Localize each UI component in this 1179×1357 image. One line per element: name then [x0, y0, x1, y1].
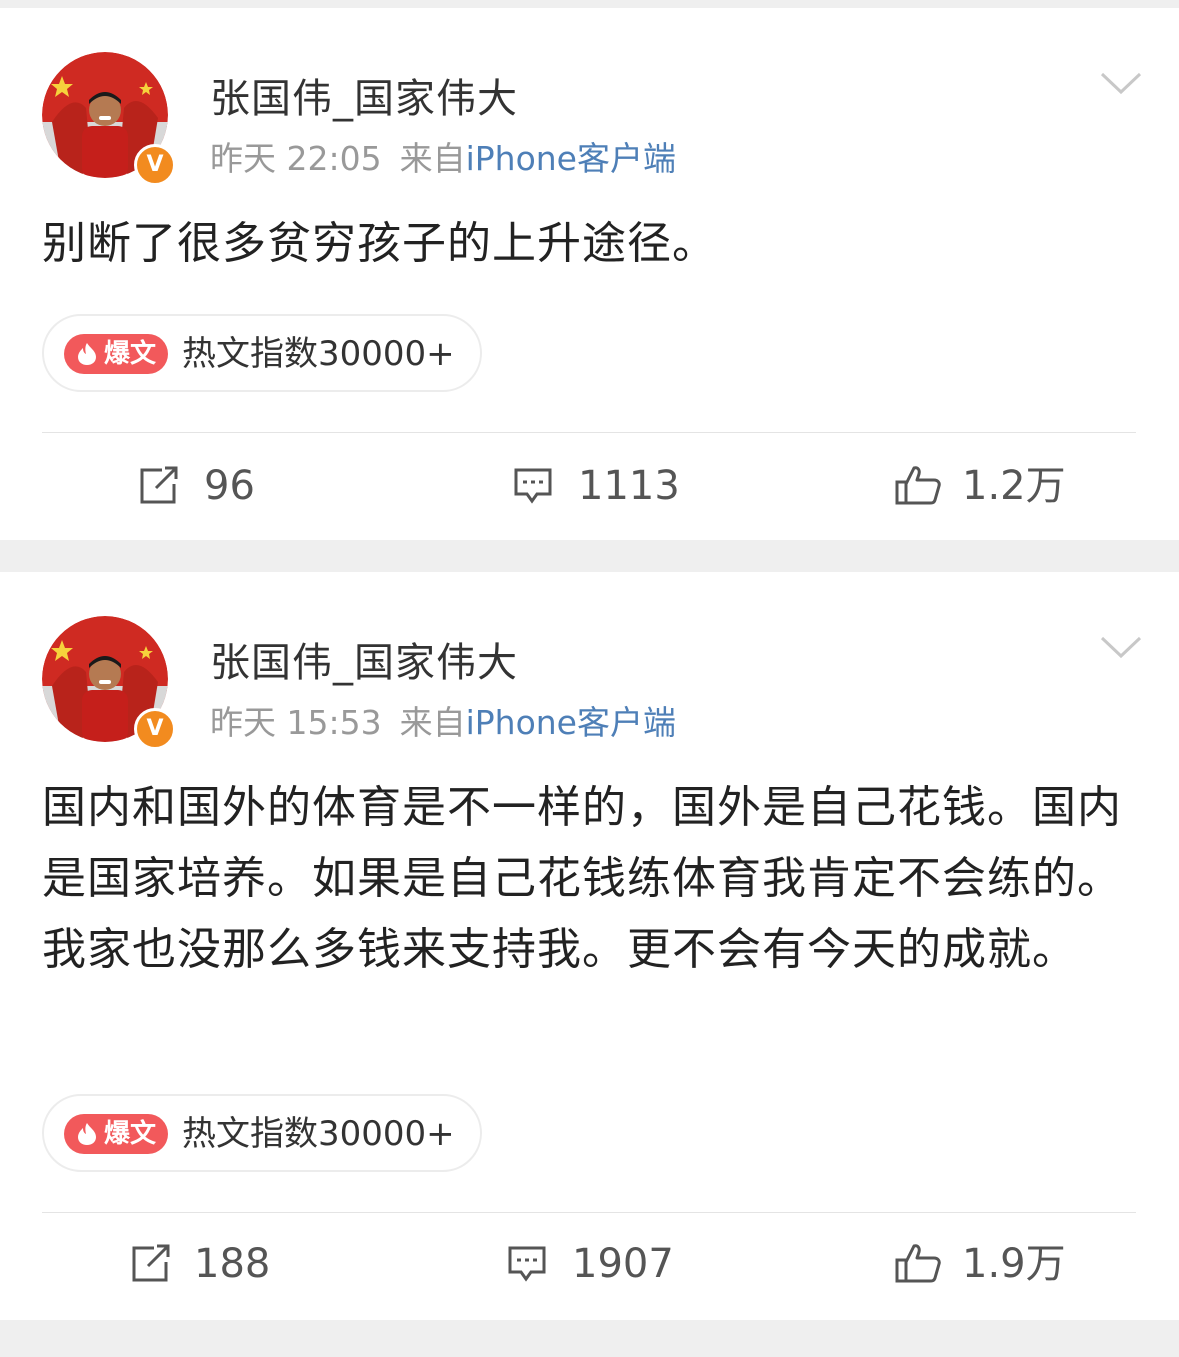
comment-icon [514, 468, 552, 504]
comment-icon [508, 1246, 546, 1282]
action-bar: 188 1907 1.9万 [0, 1224, 1179, 1304]
divider [42, 432, 1136, 433]
like-button[interactable]: 1.2万 [894, 446, 1074, 526]
hot-index-pill[interactable]: 爆文 热文指数30000+ [42, 1094, 482, 1172]
source-link[interactable]: iPhone客户端 [466, 139, 676, 178]
username[interactable]: 张国伟_国家伟大 [210, 66, 518, 124]
hot-badge: 爆文 [64, 334, 168, 374]
post-meta: 昨天 15:53 来自iPhone客户端 [210, 696, 676, 744]
post-card[interactable]: V 张国伟_国家伟大 昨天 22:05 来自iPhone客户端 别断了很多贫穷孩子… [0, 8, 1179, 540]
comment-count: 1907 [572, 1241, 674, 1287]
hot-index-text: 热文指数30000+ [182, 334, 455, 374]
like-count: 1.2万 [962, 463, 1066, 509]
verified-badge-icon: V [134, 144, 176, 186]
avatar[interactable]: V [42, 52, 176, 186]
repost-icon [140, 466, 178, 504]
username[interactable]: 张国伟_国家伟大 [210, 630, 518, 688]
hot-index-text: 热文指数30000+ [182, 1114, 455, 1154]
source-prefix: 来自 [399, 703, 466, 742]
hot-badge-label: 爆文 [104, 339, 157, 369]
weibo-feed: V 张国伟_国家伟大 昨天 22:05 来自iPhone客户端 别断了很多贫穷孩子… [0, 0, 1179, 1357]
repost-button[interactable]: 96 [138, 446, 278, 526]
like-button[interactable]: 1.9万 [894, 1224, 1074, 1304]
repost-count: 96 [204, 463, 255, 509]
thumbs-up-icon [895, 466, 941, 505]
hot-index-pill[interactable]: 爆文 热文指数30000+ [42, 314, 482, 392]
post-time: 昨天 15:53 [210, 703, 382, 742]
like-count: 1.9万 [962, 1241, 1066, 1287]
repost-icon [132, 1244, 170, 1282]
verified-badge-icon: V [134, 708, 176, 750]
repost-count: 188 [194, 1241, 271, 1287]
comment-count: 1113 [578, 463, 680, 509]
avatar[interactable]: V [42, 616, 176, 750]
source-prefix: 来自 [399, 139, 466, 178]
comment-button[interactable]: 1113 [512, 446, 682, 526]
repost-button[interactable]: 188 [130, 1224, 280, 1304]
action-bar: 96 1113 1.2万 [0, 446, 1179, 526]
thumbs-up-icon [895, 1244, 941, 1283]
post-text: 国内和国外的体育是不一样的，国外是自己花钱。国内是国家培养。如果是自己花钱练体育… [42, 782, 1122, 975]
hot-badge-label: 爆文 [104, 1119, 157, 1149]
comment-button[interactable]: 1907 [506, 1224, 686, 1304]
chevron-down-icon[interactable] [1098, 68, 1144, 98]
post-time: 昨天 22:05 [210, 139, 382, 178]
post-meta: 昨天 22:05 来自iPhone客户端 [210, 132, 676, 180]
post-text: 别断了很多贫穷孩子的上升途径。 [42, 218, 717, 269]
source-link[interactable]: iPhone客户端 [466, 703, 676, 742]
post-card[interactable]: V 张国伟_国家伟大 昨天 15:53 来自iPhone客户端 国内和国外的体育是… [0, 572, 1179, 1320]
flame-icon [78, 1123, 96, 1145]
divider [42, 1212, 1136, 1213]
hot-badge: 爆文 [64, 1114, 168, 1154]
flame-icon [78, 343, 96, 365]
chevron-down-icon[interactable] [1098, 632, 1144, 662]
